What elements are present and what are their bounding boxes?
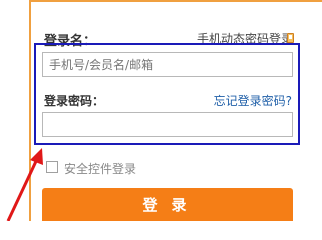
panel-left-border [29, 0, 31, 221]
password-input[interactable] [42, 112, 293, 137]
login-panel: 登录名： 手机动态密码登录 登录密码： 忘记登录密码? 安全控件登录 登录 [0, 0, 322, 221]
login-button[interactable]: 登录 [42, 188, 293, 221]
username-input[interactable] [42, 52, 293, 77]
security-control-checkbox[interactable] [46, 161, 58, 173]
panel-top-border [29, 0, 322, 2]
security-control-label: 安全控件登录 [64, 162, 137, 176]
mobile-phone-icon[interactable] [287, 33, 294, 43]
password-label: 登录密码： [44, 94, 105, 108]
arrow-shaft [6, 156, 40, 221]
forgot-password-link[interactable]: 忘记登录密码? [214, 92, 292, 109]
arrow-head-icon [30, 148, 43, 165]
